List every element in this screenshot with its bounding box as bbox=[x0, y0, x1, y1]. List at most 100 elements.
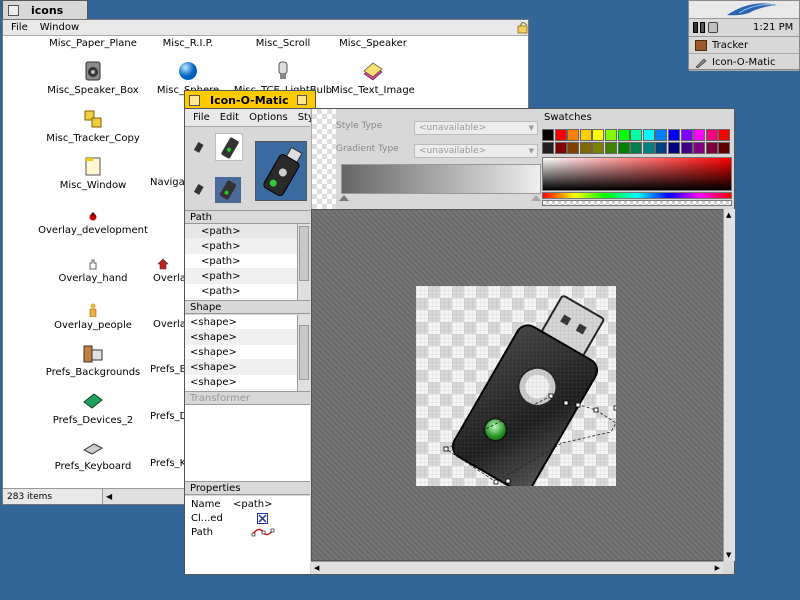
scrollbar-thumb[interactable] bbox=[299, 325, 309, 380]
file-icon-item[interactable]: Misc_Paper_Plane bbox=[38, 38, 148, 49]
scroll-left-icon[interactable]: ◀ bbox=[106, 492, 112, 501]
color-swatch[interactable] bbox=[630, 142, 643, 154]
canvas-horizontal-scrollbar[interactable]: ◀ ▶ bbox=[311, 561, 723, 574]
canvas-vertical-scrollbar[interactable]: ▲ ▼ bbox=[723, 209, 735, 561]
speaker-box-icon bbox=[82, 60, 104, 82]
file-icon-item[interactable]: Misc_R.I.P. bbox=[133, 38, 243, 49]
horizontal-scrollbar[interactable]: ◀ bbox=[103, 488, 185, 504]
color-swatch[interactable] bbox=[680, 142, 693, 154]
color-saturation-value-field[interactable] bbox=[542, 157, 732, 191]
zoom-icon[interactable] bbox=[517, 21, 529, 34]
color-swatch[interactable] bbox=[579, 142, 592, 154]
scrollbar-thumb[interactable] bbox=[299, 226, 309, 281]
color-swatch[interactable] bbox=[542, 142, 554, 154]
path-list-item[interactable]: <path> bbox=[185, 269, 297, 284]
gradient-type-dropdown[interactable]: <unavailable> ▼ bbox=[414, 144, 538, 158]
color-swatch[interactable] bbox=[642, 142, 655, 154]
color-swatch[interactable] bbox=[605, 129, 617, 141]
cpu-monitor-icon-2[interactable] bbox=[700, 22, 705, 33]
file-icon-item[interactable]: Overlay_development bbox=[38, 212, 148, 236]
file-icon-item[interactable]: Overlay_people bbox=[38, 303, 148, 331]
canvas-view[interactable] bbox=[311, 209, 735, 561]
path-list-item[interactable]: <path> bbox=[185, 284, 297, 299]
color-swatch[interactable] bbox=[693, 142, 706, 154]
color-swatch[interactable] bbox=[567, 142, 580, 154]
color-swatch[interactable] bbox=[542, 129, 554, 141]
hand-icon bbox=[87, 258, 99, 270]
shape-list-item[interactable]: <shape> bbox=[185, 375, 297, 390]
color-swatch[interactable] bbox=[617, 129, 630, 141]
transformer-panel-label: Transformer bbox=[185, 391, 310, 405]
icons-window-tab[interactable]: icons bbox=[2, 0, 88, 19]
file-icon-item[interactable]: Misc_Speaker_Box bbox=[38, 60, 148, 96]
shape-list-item[interactable]: <shape> bbox=[185, 315, 297, 330]
zoom-button[interactable] bbox=[296, 95, 307, 105]
file-icon-item[interactable]: Misc_Window bbox=[38, 155, 148, 191]
iom-window-tab[interactable]: Icon-O-Matic bbox=[184, 90, 316, 109]
deskbar-item-icon-o-matic[interactable]: Icon-O-Matic bbox=[689, 54, 799, 71]
color-swatch[interactable] bbox=[668, 142, 680, 154]
scroll-up-icon[interactable]: ▲ bbox=[726, 211, 731, 219]
path-list-scrollbar[interactable] bbox=[297, 224, 310, 300]
closed-checkbox[interactable] bbox=[257, 513, 268, 524]
shape-list-item[interactable]: <shape> bbox=[185, 330, 297, 345]
shape-list-item[interactable]: <shape> bbox=[185, 345, 297, 360]
color-swatch[interactable] bbox=[705, 142, 718, 154]
scroll-left-icon[interactable]: ◀ bbox=[314, 564, 319, 572]
icon-canvas[interactable] bbox=[416, 286, 619, 493]
color-swatch[interactable] bbox=[705, 129, 718, 141]
close-button[interactable] bbox=[8, 4, 19, 16]
color-swatch[interactable] bbox=[642, 129, 655, 141]
path-list-item[interactable]: <path> bbox=[185, 224, 297, 239]
file-icon-item[interactable]: Prefs_Keyboard bbox=[38, 436, 148, 472]
menu-window[interactable]: Window bbox=[40, 22, 79, 33]
color-swatch[interactable] bbox=[579, 129, 592, 141]
color-swatch[interactable] bbox=[567, 129, 580, 141]
color-swatch[interactable] bbox=[655, 142, 668, 154]
path-list-item[interactable]: <path> bbox=[185, 254, 297, 269]
color-swatch[interactable] bbox=[718, 142, 731, 154]
file-icon-item[interactable]: Misc_Speaker bbox=[318, 38, 428, 49]
shape-list-item[interactable]: <shape> bbox=[185, 360, 297, 375]
menu-file[interactable]: File bbox=[11, 22, 28, 33]
color-swatch[interactable] bbox=[630, 129, 643, 141]
file-icon-item[interactable]: Prefs_Devices_2 bbox=[38, 390, 148, 426]
color-swatch[interactable] bbox=[592, 129, 605, 141]
deskbar-logo[interactable] bbox=[689, 1, 799, 19]
menu-edit[interactable]: Edit bbox=[220, 112, 239, 123]
color-swatch[interactable] bbox=[680, 129, 693, 141]
file-icon-item[interactable]: Misc_Text_Image bbox=[318, 60, 428, 96]
gradient-stop-right-icon[interactable] bbox=[531, 195, 541, 201]
shape-list-scrollbar[interactable] bbox=[297, 315, 310, 391]
color-swatch[interactable] bbox=[605, 142, 617, 154]
file-icon-item[interactable]: Prefs_Backgrounds bbox=[38, 342, 148, 378]
color-swatch[interactable] bbox=[655, 129, 668, 141]
style-type-dropdown[interactable]: <unavailable> ▼ bbox=[414, 121, 538, 135]
color-swatch[interactable] bbox=[693, 129, 706, 141]
gradient-stop-left-icon[interactable] bbox=[339, 195, 349, 201]
scroll-down-icon[interactable]: ▼ bbox=[726, 551, 731, 559]
alpha-slider[interactable] bbox=[542, 200, 732, 206]
file-icon-item[interactable]: Overlay_hand bbox=[38, 258, 148, 284]
color-swatch[interactable] bbox=[668, 129, 680, 141]
gradient-editor[interactable] bbox=[341, 164, 541, 194]
path-curve-icon[interactable] bbox=[251, 526, 275, 538]
color-swatch[interactable] bbox=[718, 129, 731, 141]
cpu-monitor-icon[interactable] bbox=[693, 22, 698, 33]
color-swatch[interactable] bbox=[554, 142, 567, 154]
menu-options[interactable]: Options bbox=[249, 112, 288, 123]
deskbar-item-tracker[interactable]: Tracker bbox=[689, 37, 799, 54]
volume-icon[interactable] bbox=[708, 22, 718, 33]
scroll-right-icon[interactable]: ▶ bbox=[715, 564, 720, 572]
color-swatch[interactable] bbox=[554, 129, 567, 141]
close-button[interactable] bbox=[189, 94, 200, 106]
lightbulb-icon bbox=[272, 60, 294, 82]
hue-slider[interactable] bbox=[542, 192, 732, 199]
color-swatch[interactable] bbox=[617, 142, 630, 154]
clock[interactable]: 1:21 PM bbox=[753, 22, 793, 33]
color-swatch[interactable] bbox=[592, 142, 605, 154]
menu-file[interactable]: File bbox=[193, 112, 210, 123]
prop-name-value[interactable]: <path> bbox=[233, 499, 273, 510]
file-icon-item[interactable]: Misc_Tracker_Copy bbox=[38, 108, 148, 144]
path-list-item[interactable]: <path> bbox=[185, 239, 297, 254]
